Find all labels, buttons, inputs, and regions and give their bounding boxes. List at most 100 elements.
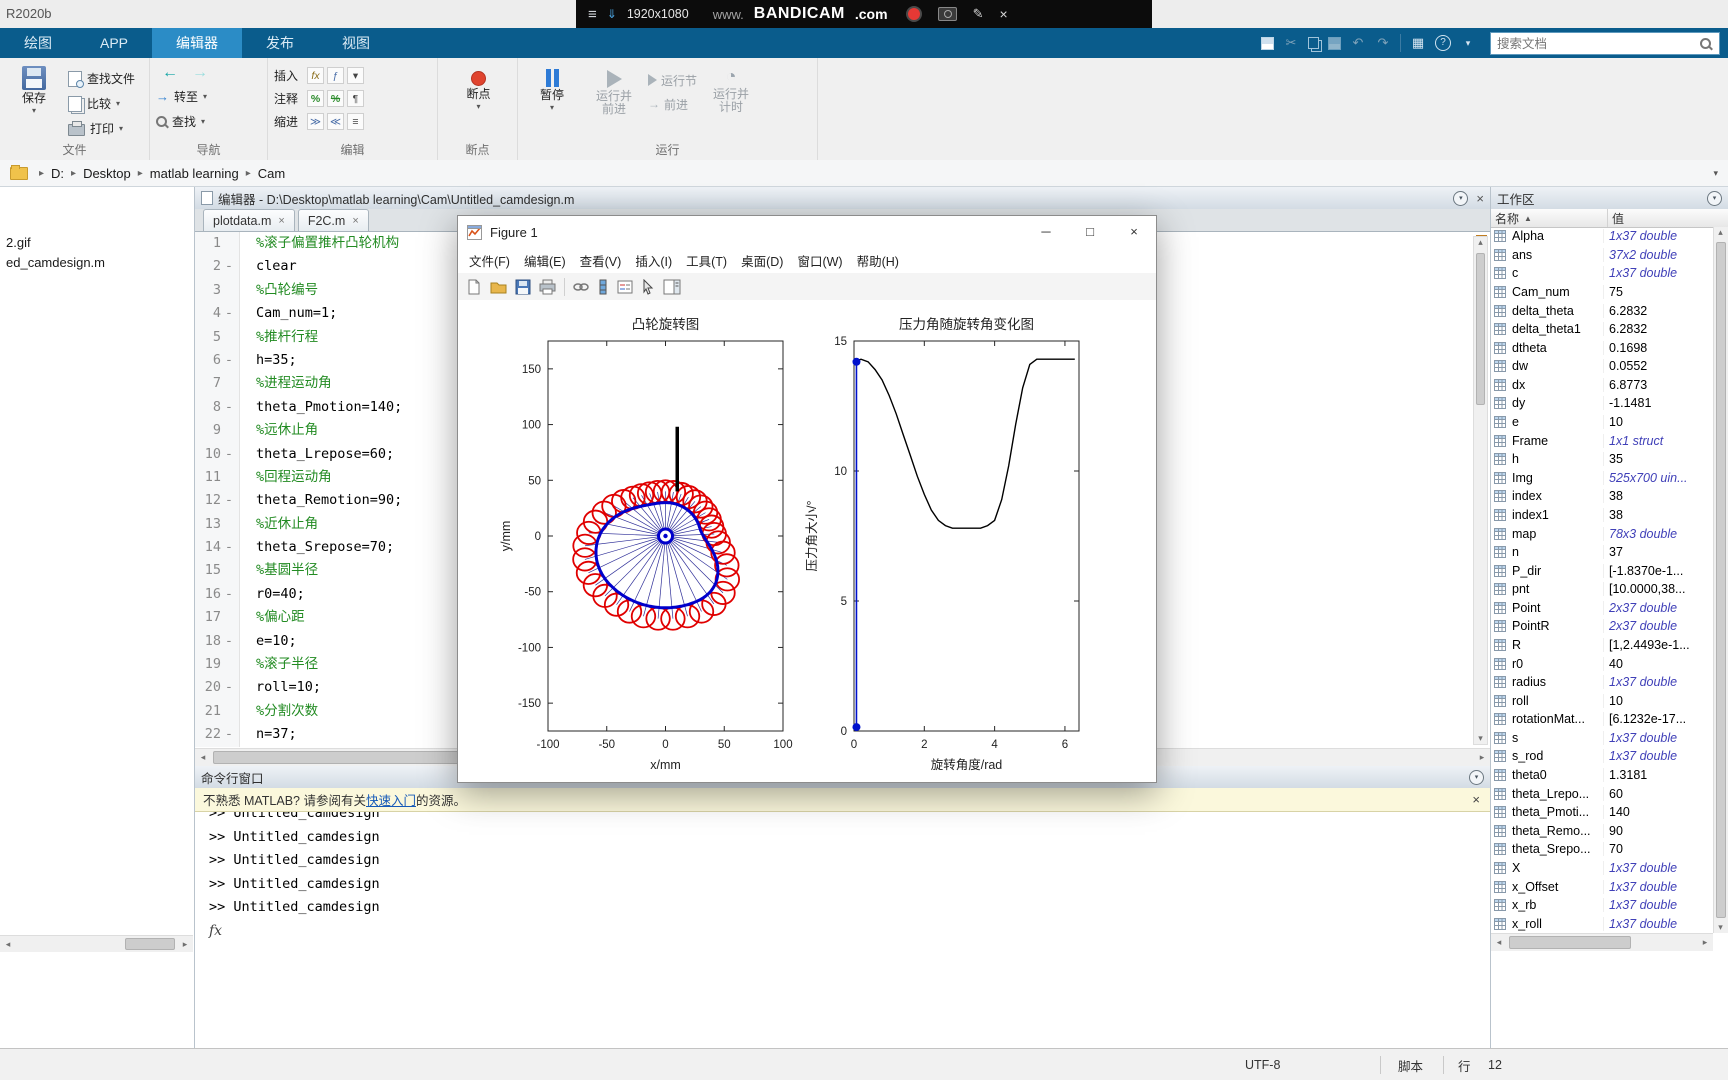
plot-browser-icon[interactable] — [663, 279, 681, 295]
workspace-row[interactable]: Alpha 1x37 double — [1491, 227, 1713, 246]
workspace-row[interactable]: index 38 — [1491, 487, 1713, 506]
workspace-row[interactable]: map 78x3 double — [1491, 524, 1713, 543]
scroll-right-icon[interactable]: ▸ — [1697, 937, 1713, 948]
workspace-row[interactable]: theta_Lrepo... 60 — [1491, 784, 1713, 803]
switch-window-icon[interactable]: ▦ — [1410, 35, 1426, 51]
workspace-row[interactable]: ans 37x2 double — [1491, 246, 1713, 265]
workspace-vscrollbar[interactable]: ▴ ▾ — [1713, 227, 1728, 933]
figure-menu-item[interactable]: 插入(I) — [628, 251, 679, 270]
breadcrumb-item[interactable]: matlab learning — [148, 164, 241, 183]
print-button[interactable]: 打印 ▾ — [68, 118, 135, 139]
maximize-button[interactable]: □ — [1068, 216, 1112, 247]
bandicam-pin-icon[interactable]: ⇓ — [607, 7, 617, 21]
scrollbar-thumb[interactable] — [1476, 253, 1485, 405]
record-icon[interactable] — [907, 8, 920, 20]
breadcrumb-item[interactable]: Cam — [256, 164, 287, 183]
column-header-name[interactable]: 名称 ▲ — [1491, 209, 1608, 227]
scroll-right-icon[interactable]: ▸ — [1474, 752, 1490, 763]
workspace-row[interactable]: Frame 1x1 struct — [1491, 431, 1713, 450]
figure-menu-item[interactable]: 帮助(H) — [850, 251, 906, 270]
workspace-row[interactable]: theta_Remo... 90 — [1491, 822, 1713, 841]
column-header-value[interactable]: 值 — [1608, 209, 1728, 227]
scroll-left-icon[interactable]: ◂ — [195, 752, 211, 763]
tab-close-icon[interactable]: × — [278, 215, 284, 227]
workspace-row[interactable]: r0 40 — [1491, 654, 1713, 673]
pause-button[interactable]: 暂停 ▾ — [524, 62, 580, 144]
workspace-row[interactable]: PointR 2x37 double — [1491, 617, 1713, 636]
workspace-row[interactable]: P_dir [-1.8370e-1... — [1491, 561, 1713, 580]
command-window-menu-icon[interactable]: ▾ — [1469, 769, 1484, 785]
scroll-right-icon[interactable]: ▸ — [177, 939, 193, 950]
save-button[interactable]: 保存 ▾ — [6, 62, 62, 144]
workspace-row[interactable]: dw 0.0552 — [1491, 357, 1713, 376]
find-button[interactable]: 查找 ▾ — [156, 111, 263, 132]
insert-legend-icon[interactable] — [617, 279, 633, 295]
workspace-row[interactable]: Cam_num 75 — [1491, 283, 1713, 302]
scroll-up-icon[interactable]: ▴ — [1474, 237, 1487, 248]
toolstrip-tab[interactable]: APP — [76, 28, 152, 58]
scroll-left-icon[interactable]: ◂ — [1491, 937, 1507, 948]
workspace-row[interactable]: Point 2x37 double — [1491, 599, 1713, 618]
figure-menu-item[interactable]: 编辑(E) — [517, 251, 573, 270]
redo-icon[interactable]: ↷ — [1375, 35, 1391, 51]
breadcrumb-item[interactable]: D: — [49, 164, 66, 183]
save-icon[interactable] — [1261, 36, 1274, 50]
workspace-row[interactable]: theta_Srepo... 70 — [1491, 840, 1713, 859]
scroll-up-icon[interactable]: ▴ — [1714, 227, 1727, 238]
scrollbar-track[interactable] — [1507, 934, 1697, 951]
workspace-row[interactable]: Img 525x700 uin... — [1491, 469, 1713, 488]
workspace-row[interactable]: rotationMat... [6.1232e-17... — [1491, 710, 1713, 729]
scroll-left-icon[interactable]: ◂ — [0, 939, 16, 950]
workspace-row[interactable]: radius 1x37 double — [1491, 673, 1713, 692]
goto-button[interactable]: → 转至 ▾ — [156, 86, 263, 107]
back-icon[interactable]: ← — [162, 64, 178, 82]
undo-icon[interactable]: ↶ — [1350, 35, 1366, 51]
search-icon[interactable] — [1700, 38, 1711, 49]
workspace-row[interactable]: theta_Pmoti... 140 — [1491, 803, 1713, 822]
workspace-row[interactable]: R [1,2.4493e-1... — [1491, 636, 1713, 655]
indent-right-icon[interactable]: ≫ — [307, 113, 324, 130]
scrollbar-thumb[interactable] — [1716, 242, 1726, 918]
insert-colorbar-icon[interactable] — [597, 279, 609, 295]
run-section-button[interactable]: 运行节 — [648, 68, 697, 92]
scroll-down-icon[interactable]: ▾ — [1714, 922, 1727, 933]
figure-menu-item[interactable]: 窗口(W) — [790, 251, 849, 270]
workspace-row[interactable]: pnt [10.0000,38... — [1491, 580, 1713, 599]
insert-fx-icon[interactable]: fx — [307, 67, 324, 84]
workspace-row[interactable]: s 1x37 double — [1491, 729, 1713, 748]
file-list-item[interactable]: 2.gif — [0, 233, 194, 253]
bandicam-menu-icon[interactable]: ≡ — [588, 6, 597, 23]
close-button[interactable]: × — [1112, 216, 1156, 247]
workspace-row[interactable]: c 1x37 double — [1491, 264, 1713, 283]
workspace-row[interactable]: s_rod 1x37 double — [1491, 747, 1713, 766]
pencil-icon[interactable]: ✎ — [973, 6, 984, 22]
print-figure-icon[interactable] — [539, 279, 556, 295]
workspace-row[interactable]: n 37 — [1491, 543, 1713, 562]
workspace-row[interactable]: x_Offset 1x37 double — [1491, 877, 1713, 896]
figure-menu-item[interactable]: 桌面(D) — [734, 251, 790, 270]
open-icon[interactable] — [490, 279, 507, 295]
breadcrumb-caret-icon[interactable]: ▾ — [1713, 168, 1718, 179]
current-folder-hscrollbar[interactable]: ◂ ▸ — [0, 935, 193, 952]
minimize-button[interactable]: ─ — [1024, 216, 1068, 247]
workspace-hscrollbar[interactable]: ◂ ▸ — [1491, 933, 1713, 951]
figure-menu-item[interactable]: 查看(V) — [573, 251, 629, 270]
insert-function-icon[interactable]: ƒ — [327, 67, 344, 84]
bandicam-close-icon[interactable]: × — [999, 6, 1007, 22]
workspace-row[interactable]: theta0 1.3181 — [1491, 766, 1713, 785]
paste-icon[interactable] — [1328, 36, 1341, 50]
figure-menu-item[interactable]: 工具(T) — [679, 251, 734, 270]
editor-tab[interactable]: F2C.m × — [297, 209, 369, 231]
camera-icon[interactable] — [937, 7, 957, 21]
comment-icon[interactable]: % — [307, 90, 324, 107]
workspace-row[interactable]: h 35 — [1491, 450, 1713, 469]
doc-search-box[interactable] — [1490, 32, 1720, 55]
toolstrip-tab[interactable]: 绘图 — [0, 28, 76, 58]
copy-icon[interactable] — [1308, 37, 1319, 49]
run-and-time-button[interactable]: ◔ 运行并 计时 — [703, 62, 759, 144]
figure-title-bar[interactable]: Figure 1 ─ □ × — [458, 216, 1156, 249]
editor-tab[interactable]: plotdata.m × — [203, 209, 295, 231]
quick-start-link[interactable]: 快速入门 — [366, 790, 416, 809]
find-files-button[interactable]: 查找文件 — [68, 68, 135, 89]
help-icon[interactable]: ? — [1435, 35, 1451, 51]
